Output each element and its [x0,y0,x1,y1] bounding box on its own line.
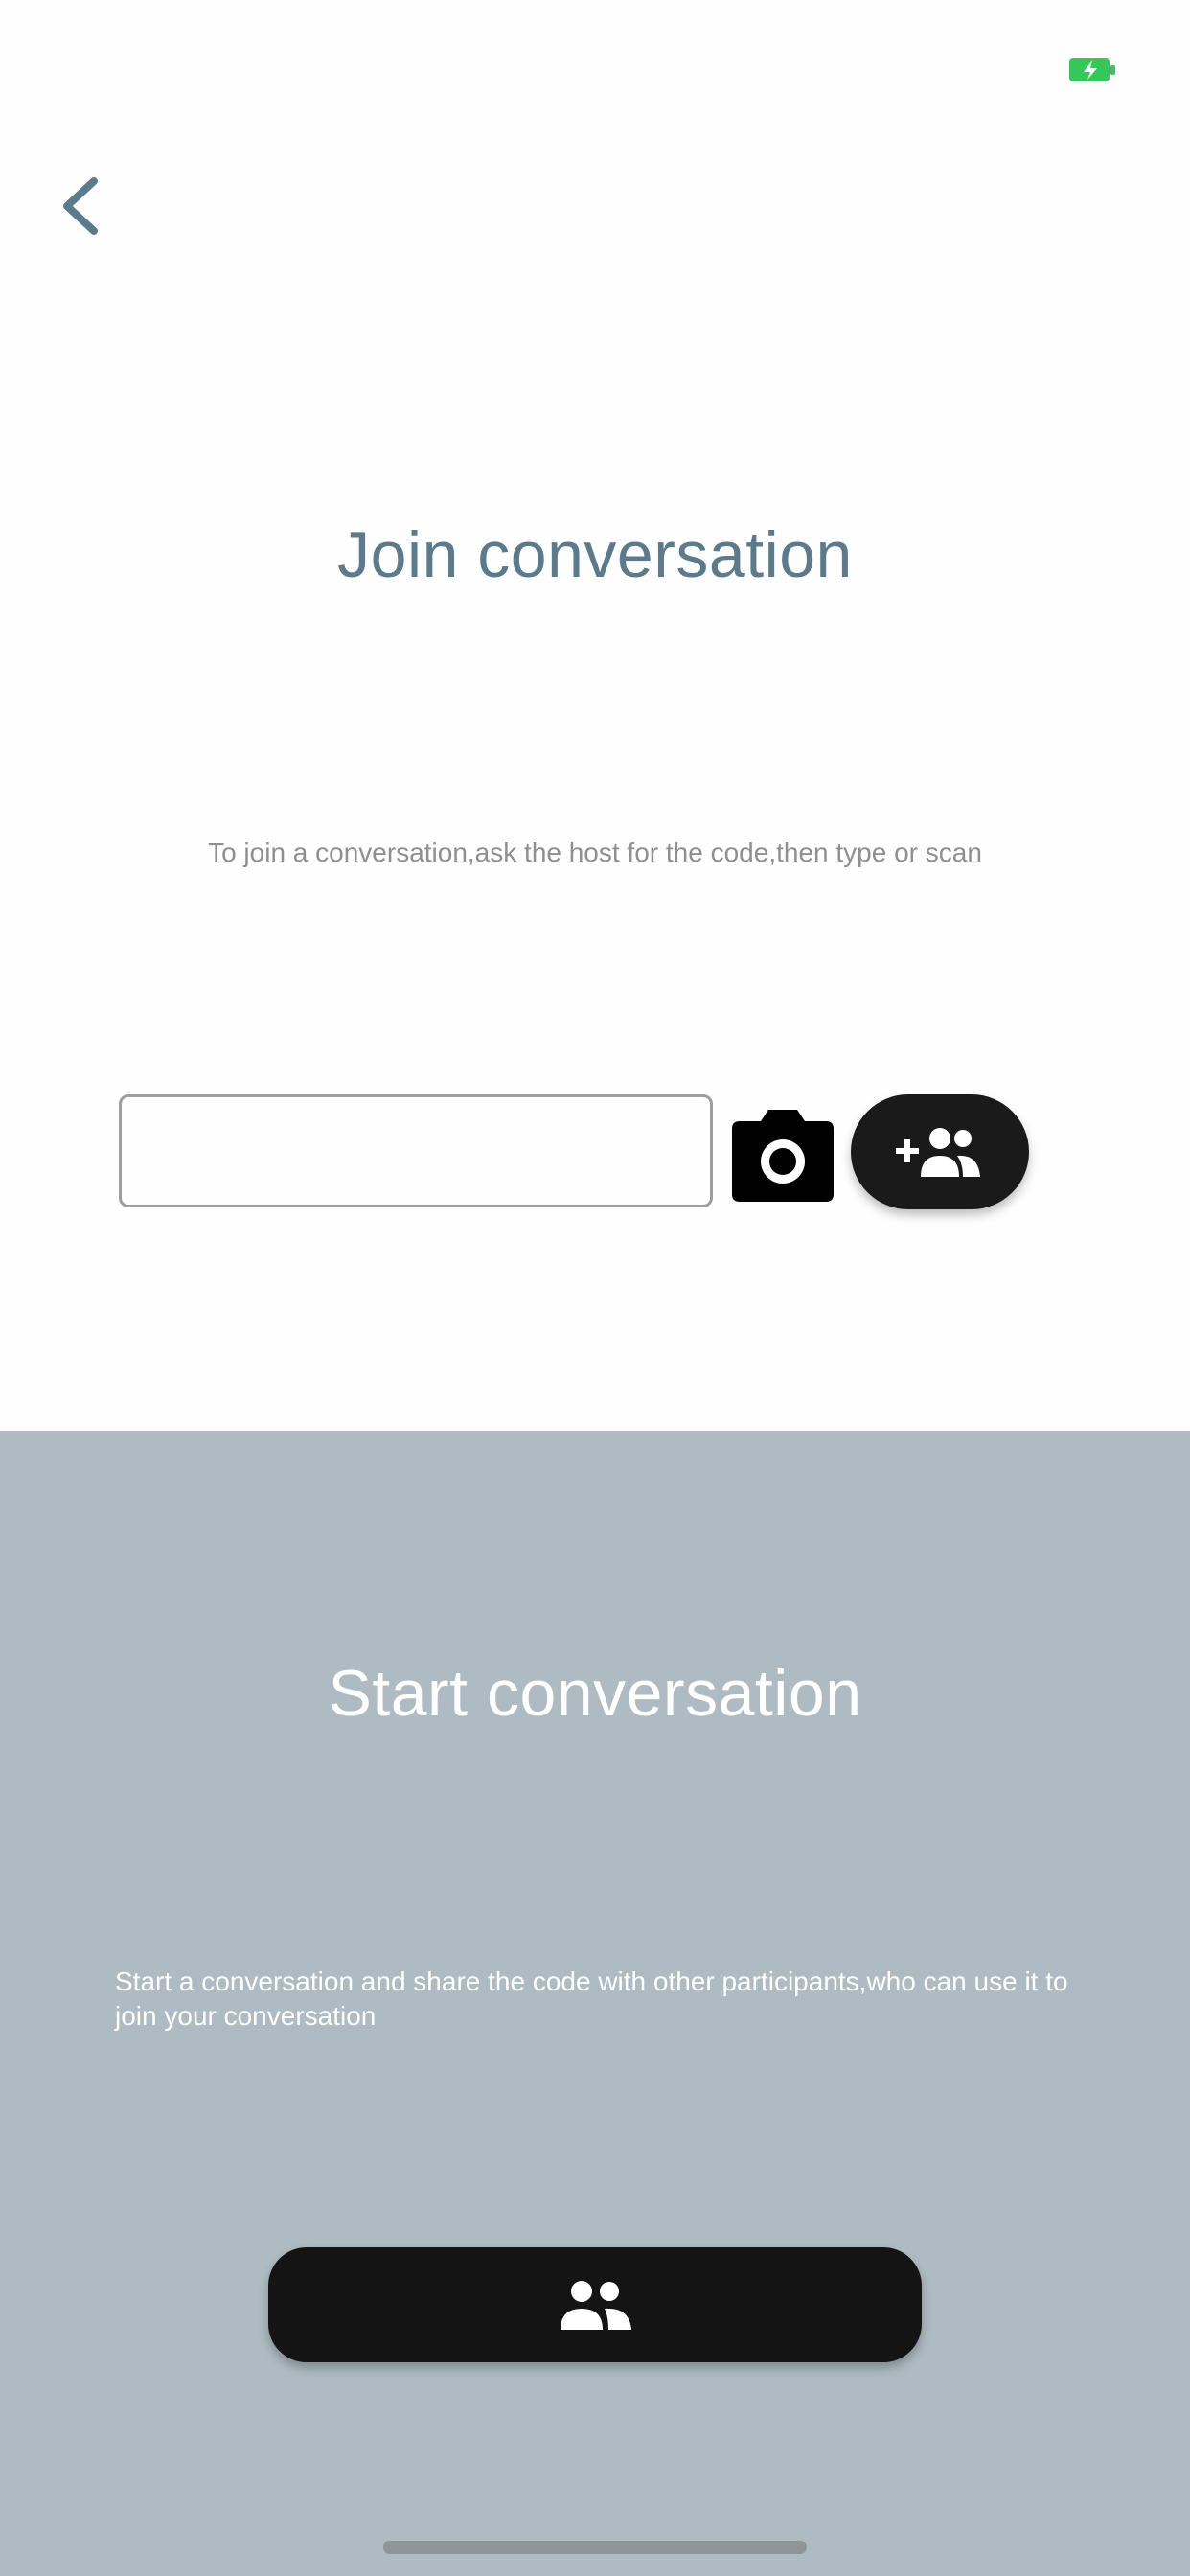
add-group-icon [896,1128,980,1177]
scan-code-button[interactable] [732,1110,834,1202]
conversation-code-input[interactable] [119,1094,713,1208]
start-title: Start conversation [328,1657,862,1730]
start-conversation-button[interactable] [268,2247,922,2362]
chevron-left-icon [63,177,98,235]
group-icon [561,2281,631,2330]
start-description: Start a conversation and share the code … [115,1966,1068,2031]
join-conversation-section [0,0,1190,1431]
join-conversation-button[interactable] [851,1094,1029,1209]
status-bar [0,0,1190,134]
battery-charging-icon [1069,58,1115,81]
back-button[interactable] [48,168,115,244]
home-indicator[interactable] [383,2541,807,2554]
join-title: Join conversation [337,518,853,591]
camera-icon [732,1110,834,1202]
join-description: To join a conversation,ask the host for … [208,838,982,867]
